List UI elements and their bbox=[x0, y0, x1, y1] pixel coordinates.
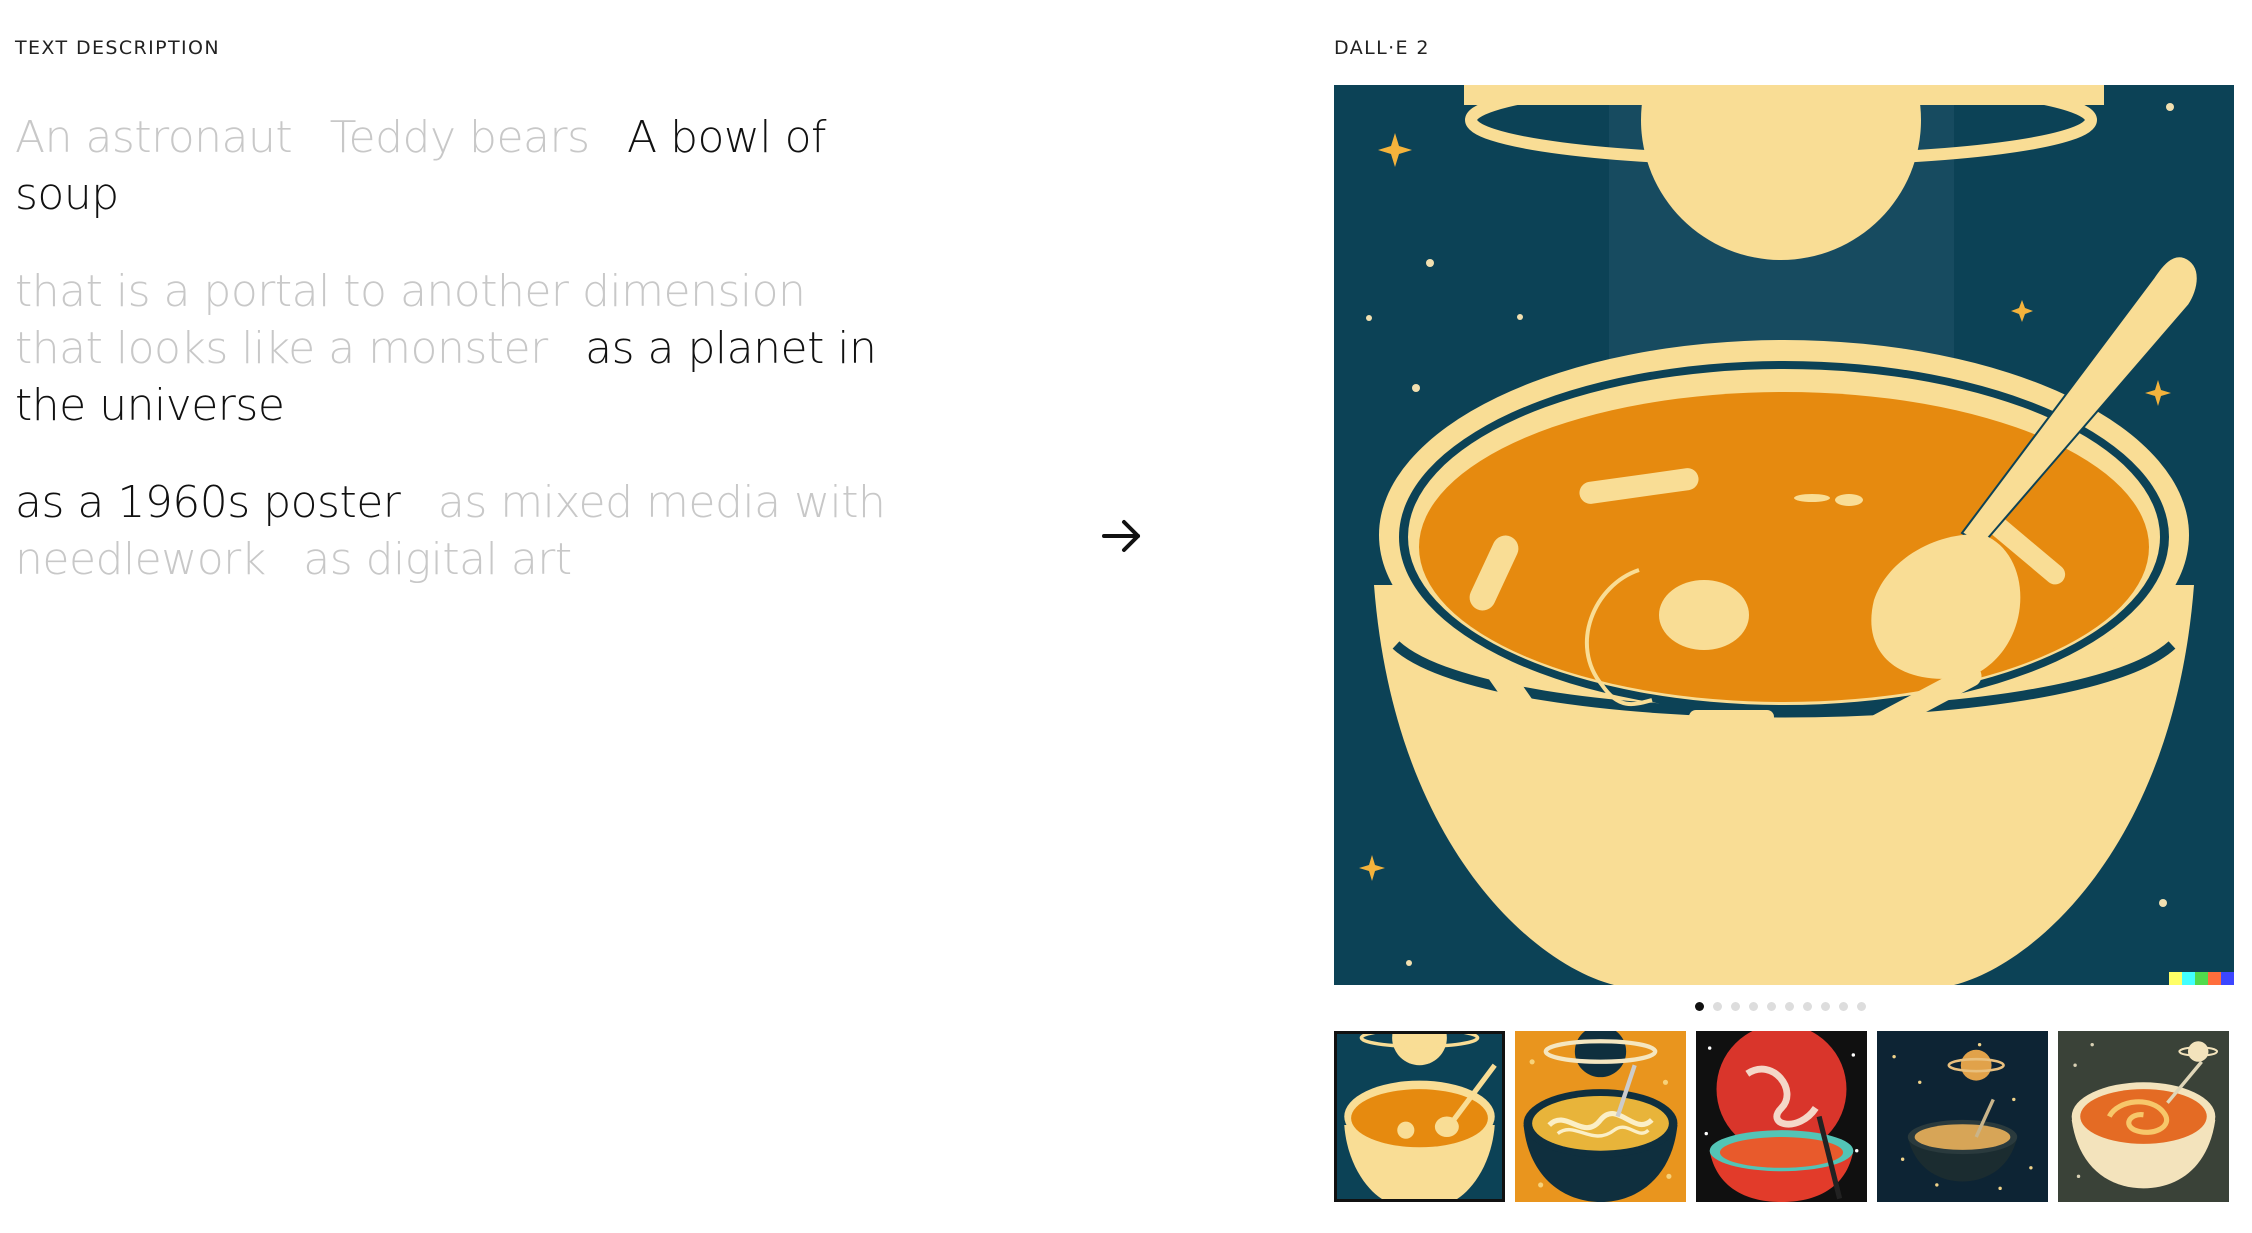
carousel-dot[interactable] bbox=[1803, 1002, 1812, 1011]
option-looks-like-monster[interactable]: that looks like a monster bbox=[15, 323, 548, 374]
carousel-dot[interactable] bbox=[1713, 1002, 1722, 1011]
subject-options: An astronaut Teddy bears A bowl of soup bbox=[15, 109, 905, 223]
modifier-options: that is a portal to another dimension th… bbox=[15, 263, 905, 434]
text-description-panel: TEXT DESCRIPTION An astronaut Teddy bear… bbox=[15, 36, 915, 588]
dalle-demo-page: TEXT DESCRIPTION An astronaut Teddy bear… bbox=[0, 0, 2252, 1233]
option-teddy-bears[interactable]: Teddy bears bbox=[330, 112, 590, 163]
thumbnail-soup-starry-night[interactable] bbox=[1877, 1031, 2048, 1202]
generated-image-soup-planet bbox=[1334, 85, 2234, 985]
carousel-dot[interactable] bbox=[1731, 1002, 1740, 1011]
carousel-pagination bbox=[1695, 1002, 1866, 1011]
thumbnail-soup-swirl-space[interactable] bbox=[2058, 1031, 2229, 1202]
dalle-label: DALL·E 2 bbox=[1334, 37, 1430, 59]
arrow-right-icon[interactable] bbox=[1100, 514, 1144, 558]
thumbnail-strip bbox=[1334, 1031, 2229, 1202]
dalle-output-panel: DALL·E 2 bbox=[1334, 36, 2234, 60]
carousel-dot[interactable] bbox=[1821, 1002, 1830, 1011]
option-digital-art[interactable]: as digital art bbox=[303, 534, 572, 585]
carousel-dot[interactable] bbox=[1695, 1002, 1704, 1011]
option-1960s-poster[interactable]: as a 1960s poster bbox=[15, 477, 401, 528]
carousel-dot[interactable] bbox=[1839, 1002, 1848, 1011]
thumbnail-soup-noodles-orange[interactable] bbox=[1515, 1031, 1686, 1202]
text-description-label: TEXT DESCRIPTION bbox=[15, 37, 220, 59]
carousel-dot[interactable] bbox=[1749, 1002, 1758, 1011]
style-options: as a 1960s poster as mixed media with ne… bbox=[15, 474, 905, 588]
carousel-dot[interactable] bbox=[1767, 1002, 1776, 1011]
option-portal-dimension[interactable]: that is a portal to another dimension bbox=[15, 266, 806, 317]
carousel-dot[interactable] bbox=[1857, 1002, 1866, 1011]
thumbnail-soup-saturn-poster[interactable] bbox=[1334, 1031, 1505, 1202]
option-astronaut[interactable]: An astronaut bbox=[15, 112, 293, 163]
thumbnail-soup-red-planet[interactable] bbox=[1696, 1031, 1867, 1202]
carousel-dot[interactable] bbox=[1785, 1002, 1794, 1011]
